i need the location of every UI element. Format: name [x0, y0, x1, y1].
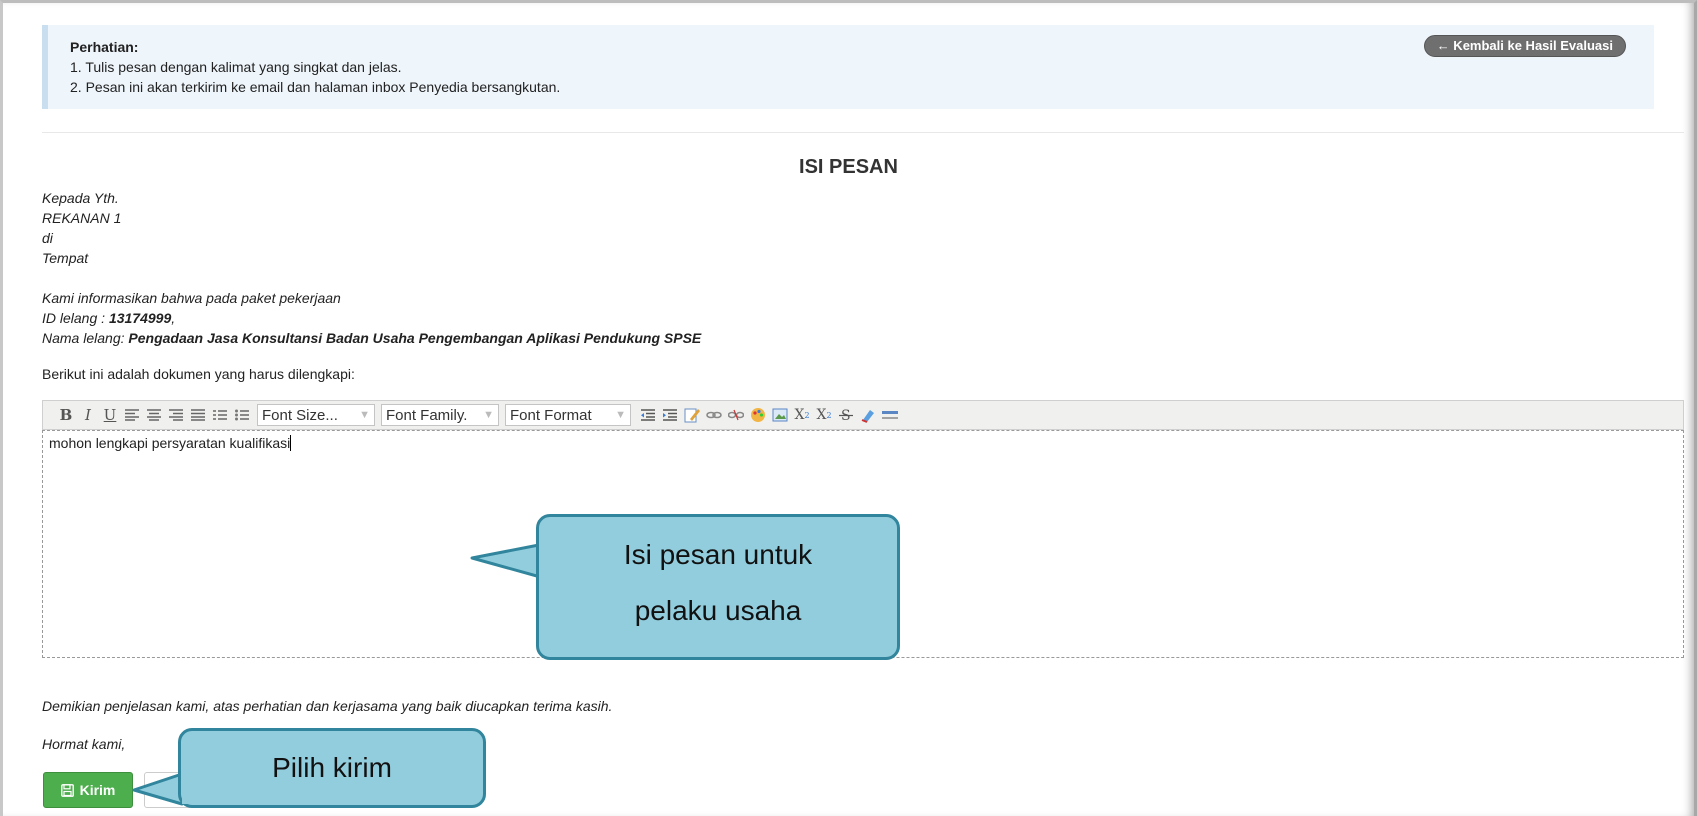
editor-content: mohon lengkapi persyaratan kualifikasi	[49, 435, 291, 451]
tender-name-label: Nama lelang:	[42, 330, 129, 346]
salutation-line-3: di	[42, 230, 53, 246]
chevron-down-icon: ▼	[483, 409, 494, 421]
divider	[42, 132, 1684, 133]
notice-line-1: 1. Tulis pesan dengan kalimat yang singk…	[70, 59, 402, 75]
bold-button[interactable]: B	[55, 404, 77, 426]
superscript-label: X	[816, 407, 827, 423]
font-family-select[interactable]: Font Family. ▼	[381, 404, 499, 426]
numbered-list-icon[interactable]	[209, 404, 231, 426]
font-size-select[interactable]: Font Size... ▼	[257, 404, 375, 426]
tender-id-label: ID lelang :	[42, 310, 109, 326]
salutation-line-2: REKANAN 1	[42, 210, 122, 226]
text-caret	[290, 435, 292, 451]
salutation-line-1: Kepada Yth.	[42, 190, 119, 206]
insert-link-icon[interactable]	[703, 404, 725, 426]
subscript-label: X	[794, 407, 805, 423]
tender-id-suffix: ,	[171, 310, 176, 326]
tender-id-line: ID lelang : 13174999,	[42, 308, 175, 328]
message-callout-line-2: pelaku usaha	[634, 595, 802, 626]
font-size-label: Font Size...	[262, 406, 338, 424]
notice-box: Perhatian: 1. Tulis pesan dengan kalimat…	[42, 25, 1654, 109]
underline-button[interactable]: U	[99, 404, 121, 426]
send-callout: Pilih kirim	[178, 728, 486, 808]
font-format-select[interactable]: Font Format ▼	[505, 404, 631, 426]
salutation-line-4: Tempat	[42, 250, 89, 266]
send-button[interactable]: Kirim	[43, 772, 133, 808]
superscript-button[interactable]: X2	[813, 404, 835, 426]
back-to-evaluation-button[interactable]: ← Kembali ke Hasil Evaluasi	[1423, 35, 1626, 57]
align-left-icon[interactable]	[121, 404, 143, 426]
align-justify-icon[interactable]	[187, 404, 209, 426]
font-format-label: Font Format	[510, 406, 592, 424]
notice-line-2: 2. Pesan ini akan terkirim ke email dan …	[70, 79, 561, 95]
color-palette-icon[interactable]	[747, 404, 769, 426]
remove-format-icon[interactable]	[857, 404, 879, 426]
chevron-down-icon: ▼	[359, 409, 370, 421]
editor-toolbar: B I U Font Size... ▼ Font Family. ▼ Font F…	[42, 400, 1684, 430]
subscript-button[interactable]: X2	[791, 404, 813, 426]
align-right-icon[interactable]	[165, 404, 187, 426]
signoff-text: Hormat kami,	[42, 736, 126, 752]
callout-joint	[541, 530, 547, 578]
callout-joint	[182, 774, 188, 804]
send-label: Kirim	[79, 782, 116, 798]
intro-text: Kami informasikan bahwa pada paket peker…	[42, 290, 341, 306]
insert-image-icon[interactable]	[769, 404, 791, 426]
unlink-icon[interactable]	[725, 404, 747, 426]
align-center-icon[interactable]	[143, 404, 165, 426]
font-family-label: Font Family.	[386, 406, 468, 424]
indent-icon[interactable]	[659, 404, 681, 426]
outdent-icon[interactable]	[637, 404, 659, 426]
tender-id-value: 13174999	[108, 310, 172, 326]
chevron-down-icon: ▼	[615, 409, 626, 421]
edit-style-icon[interactable]	[681, 404, 703, 426]
documents-intro: Berikut ini adalah dokumen yang harus di…	[42, 366, 355, 382]
save-icon	[60, 783, 74, 797]
italic-button[interactable]: I	[77, 404, 99, 426]
message-heading: ISI PESAN	[799, 156, 898, 178]
tender-name-value: Pengadaan Jasa Konsultansi Badan Usaha P…	[128, 330, 702, 346]
horizontal-rule-icon[interactable]	[879, 404, 901, 426]
bullet-list-icon[interactable]	[231, 404, 253, 426]
tender-name-line: Nama lelang: Pengadaan Jasa Konsultansi …	[42, 328, 701, 348]
message-callout: Isi pesan untuk pelaku usaha	[536, 514, 900, 660]
message-callout-line-1: Isi pesan untuk	[623, 539, 813, 570]
callout-pointer	[132, 772, 184, 806]
closing-text: Demikian penjelasan kami, atas perhatian…	[42, 698, 613, 714]
callout-pointer	[470, 542, 546, 580]
notice-title: Perhatian:	[70, 39, 139, 55]
strikethrough-icon[interactable]: S	[835, 404, 857, 426]
